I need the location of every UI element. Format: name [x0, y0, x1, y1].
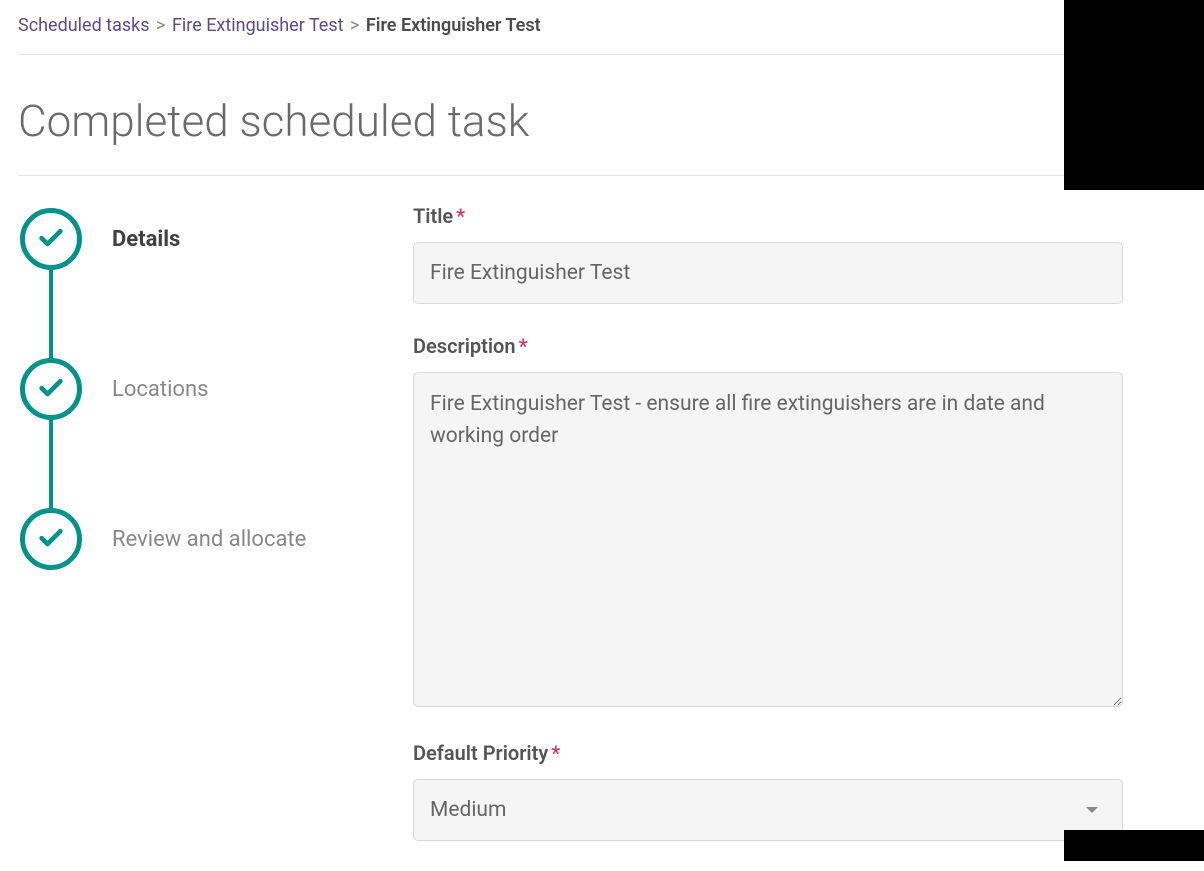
breadcrumb-link-scheduled-tasks[interactable]: Scheduled tasks: [18, 15, 150, 36]
priority-select[interactable]: Medium: [413, 779, 1123, 841]
form-area: Title* Description* Fire Extinguisher Te…: [413, 204, 1123, 871]
step-circle: [20, 358, 82, 420]
caret-down-icon: [1086, 807, 1098, 813]
stepper-step-details[interactable]: Details: [20, 204, 413, 274]
description-textarea[interactable]: Fire Extinguisher Test - ensure all fire…: [413, 372, 1123, 707]
breadcrumb: Scheduled tasks > Fire Extinguisher Test…: [18, 15, 1186, 55]
check-icon: [37, 523, 65, 555]
stepper: Details Locations Review and allocate: [18, 204, 413, 871]
form-group-title: Title*: [413, 204, 1123, 304]
breadcrumb-separator: >: [350, 15, 359, 36]
priority-label: Default Priority*: [413, 741, 1123, 765]
check-icon: [37, 373, 65, 405]
breadcrumb-link-parent[interactable]: Fire Extinguisher Test: [172, 15, 344, 36]
page-title: Completed scheduled task: [18, 95, 1186, 176]
description-label: Description*: [413, 334, 1123, 358]
label-text: Description: [413, 334, 516, 358]
select-value: Medium: [430, 798, 506, 822]
step-circle: [20, 208, 82, 270]
step-circle: [20, 508, 82, 570]
label-text: Title: [413, 204, 453, 228]
stepper-step-locations[interactable]: Locations: [20, 354, 413, 424]
title-label: Title*: [413, 204, 1123, 228]
content-area: Details Locations Review and allocate Ti: [18, 204, 1186, 871]
breadcrumb-current: Fire Extinguisher Test: [366, 15, 541, 36]
title-input[interactable]: [413, 242, 1123, 304]
breadcrumb-separator: >: [156, 15, 165, 36]
check-icon: [37, 223, 65, 255]
step-label: Details: [112, 227, 180, 252]
form-group-description: Description* Fire Extinguisher Test - en…: [413, 334, 1123, 711]
step-label: Review and allocate: [112, 527, 306, 552]
step-connector: [49, 414, 53, 510]
redaction-block: [1064, 0, 1204, 190]
label-text: Default Priority: [413, 741, 548, 765]
redaction-block: [1064, 830, 1204, 861]
step-connector: [49, 264, 53, 360]
step-label: Locations: [112, 377, 208, 402]
required-indicator: *: [551, 741, 560, 765]
required-indicator: *: [456, 204, 465, 228]
required-indicator: *: [519, 334, 528, 358]
stepper-step-review[interactable]: Review and allocate: [20, 504, 413, 574]
form-group-priority: Default Priority* Medium: [413, 741, 1123, 841]
